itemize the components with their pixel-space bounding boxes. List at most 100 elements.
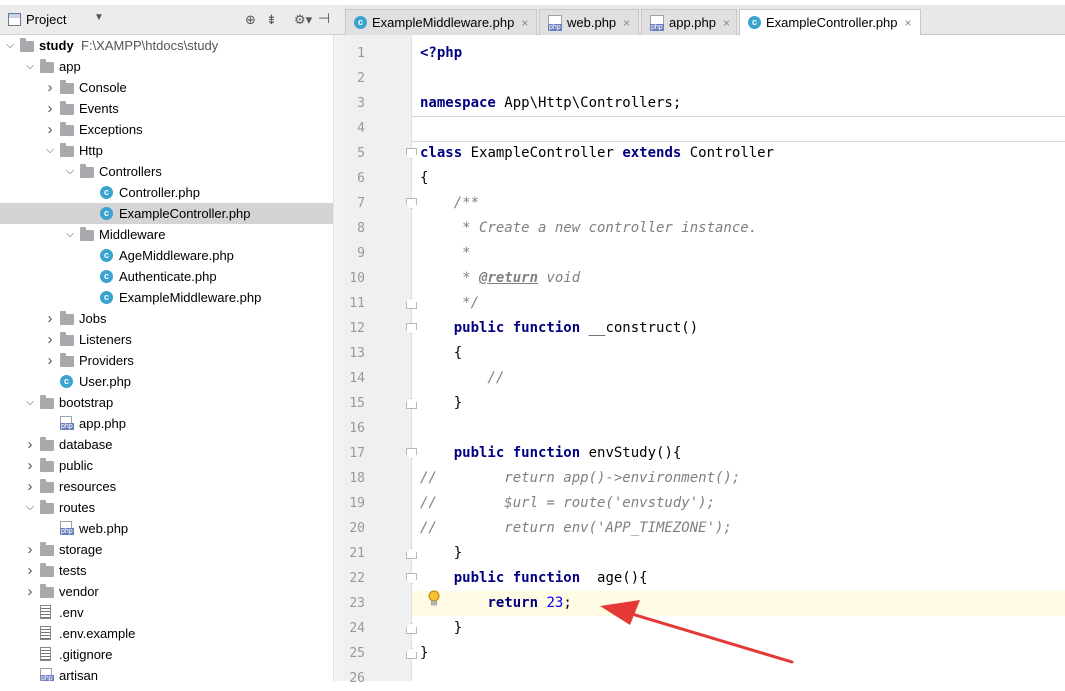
chevron-down-icon[interactable]: ▼	[94, 12, 104, 23]
chevron-down-icon[interactable]: ⌵	[25, 392, 35, 413]
code-line[interactable]: /**	[412, 191, 1065, 216]
tree-item[interactable]: c ExampleMiddleware.php	[0, 287, 343, 308]
tree-item[interactable]: › Exceptions	[0, 119, 343, 140]
tree-item[interactable]: › Console	[0, 77, 343, 98]
tree-item[interactable]: app.php	[0, 413, 343, 434]
tree-item[interactable]: › Events	[0, 98, 343, 119]
close-icon[interactable]: ×	[905, 16, 912, 30]
project-panel-scrollbar[interactable]	[333, 35, 343, 681]
code-line[interactable]: public function envStudy(){	[412, 441, 1065, 466]
tree-item[interactable]: artisan	[0, 665, 343, 681]
chevron-right-icon[interactable]: ›	[25, 560, 35, 581]
chevron-right-icon[interactable]: ›	[25, 539, 35, 560]
tree-item[interactable]: › Listeners	[0, 329, 343, 350]
chevron-right-icon[interactable]: ›	[45, 350, 55, 371]
code-line[interactable]	[412, 116, 1065, 141]
tree-item[interactable]: ⌵ Controllers	[0, 161, 343, 182]
tree-item[interactable]: ⌵ study F:\XAMPP\htdocs\study	[0, 35, 343, 56]
tree-item[interactable]: .gitignore	[0, 644, 343, 665]
code-line[interactable]	[412, 66, 1065, 91]
chevron-down-icon[interactable]: ⌵	[25, 497, 35, 518]
text-file-icon	[40, 647, 51, 661]
code-line[interactable]: <?php	[412, 41, 1065, 66]
chevron-right-icon[interactable]: ›	[45, 98, 55, 119]
code-line[interactable]: * Create a new controller instance.	[412, 216, 1065, 241]
tree-item[interactable]: ⌵ Http	[0, 140, 343, 161]
tree-item[interactable]: c AgeMiddleware.php	[0, 245, 343, 266]
close-icon[interactable]: ×	[723, 16, 730, 30]
tree-item[interactable]: web.php	[0, 518, 343, 539]
folder-icon	[40, 479, 54, 493]
tree-item[interactable]: c Authenticate.php	[0, 266, 343, 287]
code-line[interactable]: */	[412, 291, 1065, 316]
tree-item[interactable]: › database	[0, 434, 343, 455]
chevron-down-icon[interactable]: ⌵	[25, 56, 35, 77]
chevron-right-icon[interactable]: ›	[25, 581, 35, 602]
tree-item[interactable]: › resources	[0, 476, 343, 497]
tree-item[interactable]: ⌵ app	[0, 56, 343, 77]
code-token: 23	[546, 595, 564, 611]
close-icon[interactable]: ×	[521, 16, 528, 30]
tree-item[interactable]: .env.example	[0, 623, 343, 644]
code-line[interactable]: namespace App\Http\Controllers;	[412, 91, 1065, 116]
chevron-down-icon[interactable]: ⌵	[45, 140, 55, 161]
tree-item[interactable]: ⌵ bootstrap	[0, 392, 343, 413]
tree-item[interactable]: ⌵ Middleware	[0, 224, 343, 245]
chevron-right-icon[interactable]: ›	[25, 476, 35, 497]
code-line[interactable]: // return env('APP_TIMEZONE');	[412, 516, 1065, 541]
tree-item[interactable]: .env	[0, 602, 343, 623]
chevron-right-icon[interactable]: ›	[45, 119, 55, 140]
collapse-all-icon[interactable]: ⇟	[266, 12, 277, 28]
code-line[interactable]	[412, 416, 1065, 441]
tree-item[interactable]: ⌵ routes	[0, 497, 343, 518]
code-line[interactable]: }	[412, 616, 1065, 641]
chevron-down-icon[interactable]: ⌵	[65, 224, 75, 245]
code-line[interactable]: {	[412, 341, 1065, 366]
code-line[interactable]: // return app()->environment();	[412, 466, 1065, 491]
tree-item[interactable]: › Jobs	[0, 308, 343, 329]
code-line[interactable]: public function age(){	[412, 566, 1065, 591]
tree-item[interactable]: c User.php	[0, 371, 343, 392]
code-line[interactable]: * @return void	[412, 266, 1065, 291]
chevron-down-icon[interactable]: ⌵	[65, 161, 75, 182]
code-line[interactable]: }	[412, 641, 1065, 666]
tree-item[interactable]: › storage	[0, 539, 343, 560]
editor-tab[interactable]: web.php ×	[539, 9, 639, 35]
code-line[interactable]: {	[412, 166, 1065, 191]
code-line[interactable]: }	[412, 391, 1065, 416]
code-line[interactable]	[412, 666, 1065, 691]
chevron-down-icon[interactable]: ⌵	[5, 35, 15, 56]
code-line[interactable]: }	[412, 541, 1065, 566]
chevron-right-icon[interactable]: ›	[25, 434, 35, 455]
code-line[interactable]: *	[412, 241, 1065, 266]
tree-item[interactable]: c Controller.php	[0, 182, 343, 203]
editor-tab[interactable]: c ExampleController.php ×	[739, 9, 921, 35]
chevron-right-icon[interactable]: ›	[25, 455, 35, 476]
code-token: Controller	[681, 145, 775, 161]
hide-panel-icon[interactable]: ⊣	[318, 10, 330, 27]
tree-item[interactable]: › Providers	[0, 350, 343, 371]
code-line[interactable]: //	[412, 366, 1065, 391]
chevron-right-icon[interactable]: ›	[45, 77, 55, 98]
code-line[interactable]: public function __construct()	[412, 316, 1065, 341]
code-token: envStudy(){	[580, 445, 682, 461]
editor-tab[interactable]: c ExampleMiddleware.php ×	[345, 9, 537, 35]
tree-item[interactable]: › vendor	[0, 581, 343, 602]
code-line[interactable]: // $url = route('envstudy');	[412, 491, 1065, 516]
tree-item[interactable]: › public	[0, 455, 343, 476]
code-area[interactable]: <?php namespace App\Http\Controllers; clas…	[412, 35, 1065, 681]
project-view-selector[interactable]: Project	[8, 12, 66, 27]
tree-item[interactable]: c ExampleController.php	[0, 203, 343, 224]
editor-tab[interactable]: app.php ×	[641, 9, 737, 35]
scroll-from-source-icon[interactable]: ⊕	[245, 12, 256, 28]
folder-icon	[40, 584, 54, 598]
gear-icon[interactable]: ⚙▾	[294, 12, 312, 28]
code-line[interactable]: class ExampleController extends Controll…	[412, 141, 1065, 166]
line-number: 7	[357, 196, 365, 211]
chevron-right-icon[interactable]: ›	[45, 308, 55, 329]
chevron-right-icon[interactable]: ›	[45, 329, 55, 350]
code-line[interactable]: return 23;	[412, 591, 1065, 616]
lightbulb-icon[interactable]	[427, 590, 441, 608]
tree-item[interactable]: › tests	[0, 560, 343, 581]
close-icon[interactable]: ×	[623, 16, 630, 30]
